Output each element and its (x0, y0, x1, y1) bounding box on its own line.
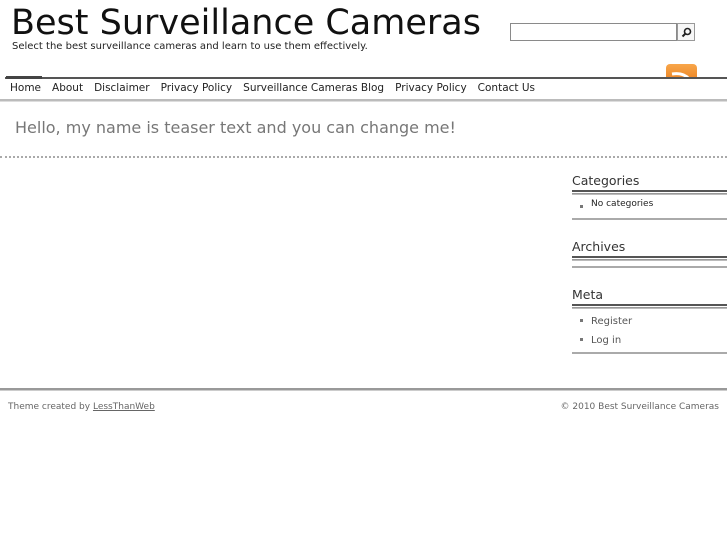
nav-item-contact-us[interactable]: Contact Us (472, 79, 540, 99)
main-navigation: Home About Disclaimer Privacy Policy Sur… (5, 79, 727, 99)
list-item: Register (580, 313, 632, 332)
teaser-divider (0, 156, 727, 158)
register-link[interactable]: Register (591, 316, 632, 327)
footer-credit: Theme created by LessThanWeb (8, 402, 155, 412)
nav-item-about[interactable]: About (47, 79, 89, 99)
nav-bottom-border (0, 99, 727, 102)
nav-item-disclaimer[interactable]: Disclaimer (89, 79, 156, 99)
nav-item-home[interactable]: Home (5, 79, 47, 99)
search-input[interactable] (510, 23, 677, 41)
search-button[interactable] (677, 23, 695, 41)
archives-widget-end (572, 266, 727, 268)
meta-list: Register Log in (580, 313, 632, 350)
footer-divider (0, 388, 727, 391)
list-item: No categories (580, 199, 653, 209)
meta-title-rule (572, 304, 727, 309)
categories-widget-end (572, 218, 727, 220)
rss-feed-button[interactable] (666, 64, 697, 78)
categories-title-rule (572, 190, 727, 195)
lessthanweb-link[interactable]: LessThanWeb (93, 402, 155, 412)
site-title[interactable]: Best Surveillance Cameras (11, 2, 481, 44)
archives-title-rule (572, 256, 727, 261)
nav-item-privacy-policy-2[interactable]: Privacy Policy (390, 79, 473, 99)
site-tagline: Select the best surveillance cameras and… (12, 41, 368, 52)
meta-widget-end (572, 352, 727, 354)
list-item: Log in (580, 332, 632, 351)
login-link[interactable]: Log in (591, 335, 621, 346)
footer-copyright: © 2010 Best Surveillance Cameras (560, 402, 719, 412)
meta-widget-title: Meta (572, 287, 604, 302)
search-icon (681, 27, 691, 37)
teaser-text: Hello, my name is teaser text and you ca… (15, 118, 456, 137)
nav-item-surveillance-cameras-blog[interactable]: Surveillance Cameras Blog (238, 79, 390, 99)
nav-item-privacy-policy[interactable]: Privacy Policy (155, 79, 238, 99)
categories-widget-title: Categories (572, 173, 640, 188)
archives-widget-title: Archives (572, 239, 626, 254)
categories-list: No categories (580, 199, 653, 209)
